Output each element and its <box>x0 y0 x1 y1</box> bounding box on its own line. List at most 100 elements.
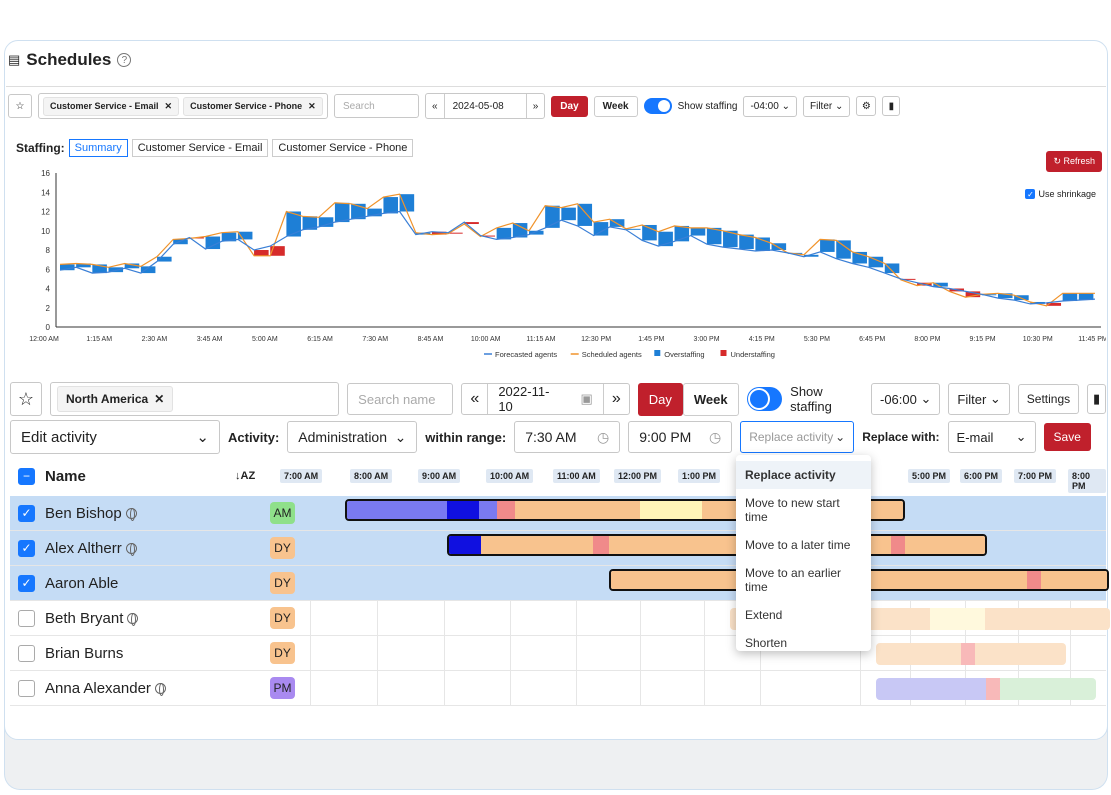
end-time-input[interactable]: 9:00 PM ◷ <box>628 421 733 453</box>
dropdown-option[interactable]: Extend <box>736 601 871 629</box>
select-all-checkbox[interactable]: − <box>18 467 35 485</box>
lower-week-button[interactable]: Week <box>682 382 739 416</box>
dropdown-option[interactable]: Shorten <box>736 629 871 657</box>
remove-chip-icon[interactable]: ✕ <box>308 101 316 112</box>
x-tick-label: 7:30 AM <box>362 336 388 343</box>
search-name-input[interactable]: Search name <box>347 383 454 415</box>
tab-cs-phone[interactable]: Customer Service - Phone <box>272 139 414 157</box>
grid-divider <box>640 601 641 706</box>
activity-segment <box>593 536 609 554</box>
next-date-icon[interactable]: » <box>527 101 545 112</box>
hour-header: 7:00 AM <box>280 469 323 483</box>
replace-with-select[interactable]: E-mail ⌄ <box>947 421 1036 453</box>
hour-header: 12:00 PM <box>614 469 662 483</box>
save-button[interactable]: Save <box>1043 423 1091 451</box>
dropdown-option[interactable]: Move to a later time <box>736 531 871 559</box>
y-tick-label: 0 <box>46 323 51 332</box>
upper-day-button[interactable]: Day <box>551 95 588 117</box>
favorite-star-button[interactable]: ☆ <box>10 382 42 416</box>
shift-badge: DY <box>270 642 295 664</box>
hour-header: 1:00 PM <box>678 469 721 483</box>
overstaffing-bar <box>383 197 398 214</box>
clock-icon: ◷ <box>596 428 610 445</box>
export-icon[interactable]: ▮ <box>1087 384 1106 414</box>
activity-segment <box>347 501 447 519</box>
overstaffing-bar <box>318 217 334 227</box>
grid-divider <box>510 601 511 706</box>
y-tick-label: 6 <box>46 265 51 274</box>
export-icon[interactable]: ▮ <box>882 96 901 116</box>
legend-label: Scheduled agents <box>582 350 642 359</box>
row-checkbox[interactable] <box>18 644 35 662</box>
y-tick-label: 10 <box>41 227 50 236</box>
lower-staffing-toggle[interactable] <box>746 387 783 411</box>
remove-chip-icon[interactable]: ✕ <box>165 101 173 112</box>
x-tick-label: 4:15 PM <box>749 336 775 343</box>
lower-date-field[interactable]: 2022-11-10 ▣ <box>487 384 604 414</box>
upper-filter-button[interactable]: Filter ⌄ <box>802 95 851 117</box>
x-tick-label: 8:00 PM <box>914 336 940 343</box>
row-checkbox[interactable]: ✓ <box>18 574 35 592</box>
legend-label: Overstaffing <box>664 350 704 359</box>
activity-select[interactable]: Administration ⌄ <box>287 421 418 453</box>
schedule-section: ☆ North America ✕ Search name « 2022-11-1… <box>6 372 1110 706</box>
start-time-input[interactable]: 7:30 AM ◷ <box>514 421 621 453</box>
activity-segment <box>905 536 985 554</box>
sort-az-icon[interactable]: ↓AZ <box>235 470 255 482</box>
grid-divider <box>704 601 705 706</box>
row-checkbox[interactable]: ✓ <box>18 504 35 522</box>
lower-filter-button[interactable]: Filter ⌄ <box>948 383 1010 415</box>
row-checkbox[interactable]: ✓ <box>18 539 35 557</box>
edit-activity-bar: Edit activity ⌄ Activity: Administration ⌄… <box>10 420 1091 454</box>
hour-header: 8:00 PM <box>1068 469 1106 493</box>
upper-staffing-toggle[interactable] <box>643 98 672 114</box>
region-filter[interactable]: North America ✕ <box>49 382 340 416</box>
name-column-header[interactable]: Name <box>45 468 235 485</box>
chip-north-america: North America ✕ <box>56 386 174 412</box>
agent-name-text: Brian Burns <box>45 644 124 662</box>
legend-swatch <box>720 350 727 356</box>
favorite-star-button[interactable]: ☆ <box>8 94 32 118</box>
upper-week-button[interactable]: Week <box>593 95 638 117</box>
chip-phone: Customer Service - Phone ✕ <box>183 96 323 116</box>
agent-name-text: Aaron Able <box>45 574 119 592</box>
row-checkbox[interactable] <box>18 679 35 697</box>
activity-segment <box>481 536 593 554</box>
upper-timezone-select[interactable]: -04:00 ⌄ <box>743 95 797 117</box>
x-tick-label: 10:30 PM <box>1023 336 1053 343</box>
tab-summary[interactable]: Summary <box>68 139 128 157</box>
dropdown-option[interactable]: Move to an earlier time <box>736 559 871 601</box>
schedule-bar[interactable] <box>447 534 987 556</box>
lower-day-button[interactable]: Day <box>637 382 683 416</box>
x-tick-label: 2:30 AM <box>142 336 168 343</box>
activity-segment <box>1000 678 1096 700</box>
legend-label: Understaffing <box>731 350 775 359</box>
prev-date-icon[interactable]: « <box>426 101 444 112</box>
lower-timezone-select[interactable]: -06:00 ⌄ <box>871 383 941 415</box>
remove-chip-icon[interactable]: ✕ <box>154 392 164 406</box>
settings-button[interactable]: Settings <box>1017 384 1080 414</box>
dropdown-option[interactable]: Replace activity <box>736 461 871 489</box>
grid-divider <box>576 601 577 706</box>
schedule-bar[interactable] <box>876 643 1066 665</box>
hour-header: 8:00 AM <box>350 469 393 483</box>
overstaffing-bar <box>642 224 657 241</box>
upper-search-input[interactable]: Search <box>334 94 419 118</box>
globe-icon <box>125 542 137 556</box>
edit-activity-select[interactable]: Edit activity ⌄ <box>10 420 220 454</box>
prev-date-icon[interactable]: « <box>462 390 487 408</box>
overstaffing-bar <box>399 194 415 212</box>
help-icon[interactable]: ? <box>117 53 132 67</box>
queue-filter[interactable]: Customer Service - Email ✕ Customer Servi… <box>38 93 328 119</box>
next-date-icon[interactable]: » <box>604 390 629 408</box>
replace-activity-select[interactable]: Replace activity ⌄ <box>740 421 855 453</box>
gear-icon[interactable]: ⚙ <box>856 96 877 116</box>
tab-cs-email[interactable]: Customer Service - Email <box>131 139 269 157</box>
activity-segment <box>891 536 905 554</box>
dropdown-option[interactable]: Move to new start time <box>736 489 871 531</box>
schedule-bar[interactable] <box>876 678 1096 700</box>
x-tick-label: 12:30 PM <box>581 336 611 343</box>
x-tick-label: 10:00 AM <box>471 336 501 343</box>
row-checkbox[interactable] <box>18 609 35 627</box>
upper-date-field[interactable]: 2024-05-08 <box>443 94 527 118</box>
